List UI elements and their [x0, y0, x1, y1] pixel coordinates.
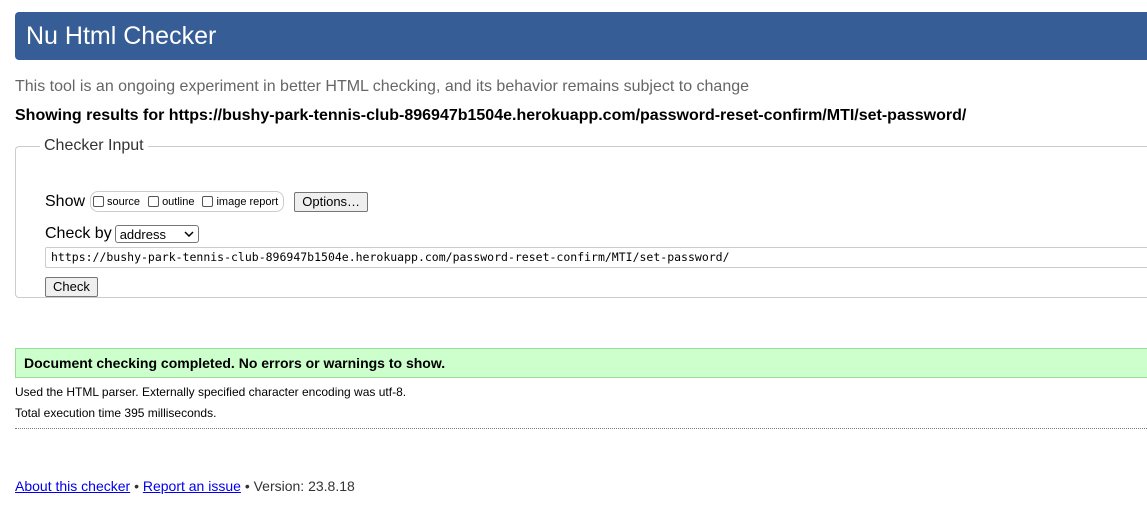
options-button[interactable]: Options…	[294, 191, 369, 212]
parser-info: Used the HTML parser. Externally specifi…	[15, 385, 407, 399]
option-source[interactable]: source	[93, 196, 140, 208]
option-image-report-label: image report	[216, 195, 279, 208]
option-image-report[interactable]: image report	[202, 196, 278, 208]
footer: About this checker • Report an issue • V…	[15, 478, 355, 494]
outline-checkbox[interactable]	[148, 196, 160, 207]
execution-time-info: Total execution time 395 milliseconds.	[15, 406, 217, 420]
success-message: Document checking completed. No errors o…	[15, 348, 1147, 378]
app-header: Nu Html Checker	[15, 12, 1147, 60]
checker-input-fieldset: Checker Input Show source outline image …	[15, 137, 1147, 298]
url-input[interactable]: https://bushy-park-tennis-club-896947b15…	[45, 247, 1147, 268]
check-by-label: Check by	[45, 225, 112, 242]
dotted-divider	[15, 428, 1147, 429]
about-checker-link[interactable]: About this checker	[15, 478, 130, 494]
check-by-row: Check by address	[45, 225, 199, 243]
app-title: Nu Html Checker	[26, 22, 217, 50]
version-text: Version: 23.8.18	[253, 478, 355, 494]
results-heading: Showing results for https://bushy-park-t…	[15, 107, 967, 124]
show-row: Show source outline image report Options…	[45, 191, 369, 212]
show-options-group: source outline image report	[90, 191, 285, 212]
check-button[interactable]: Check	[45, 277, 98, 297]
option-outline[interactable]: outline	[148, 196, 194, 208]
image-report-checkbox[interactable]	[202, 196, 214, 207]
check-row: Check	[45, 277, 98, 297]
check-by-selected-value: address	[119, 226, 166, 242]
chevron-down-icon	[184, 231, 194, 237]
footer-separator: •	[134, 478, 139, 494]
option-outline-label: outline	[162, 195, 195, 208]
option-source-label: source	[107, 195, 141, 208]
report-issue-link[interactable]: Report an issue	[143, 478, 241, 494]
footer-separator: •	[244, 478, 250, 494]
checker-input-legend: Checker Input	[44, 137, 144, 154]
source-checkbox[interactable]	[93, 196, 105, 207]
intro-text: This tool is an ongoing experiment in be…	[15, 78, 750, 95]
check-by-select[interactable]: address	[114, 225, 199, 243]
show-label: Show	[45, 192, 86, 210]
